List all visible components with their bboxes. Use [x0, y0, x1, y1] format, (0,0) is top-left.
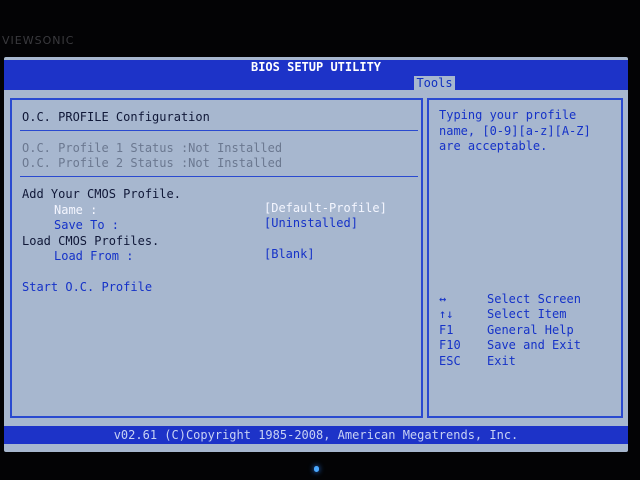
tab-bar: Tools [4, 75, 628, 90]
footer-bar: v02.61 (C)Copyright 1985-2008, American … [4, 426, 628, 444]
name-label[interactable]: Name : [54, 203, 97, 217]
up-down-arrow-icon: ↑↓ [439, 307, 454, 321]
load-from-value[interactable]: [Blank] [264, 247, 315, 261]
key-esc: ESC [439, 354, 461, 368]
left-right-arrow-icon: ↔ [439, 292, 447, 306]
key-help-save-and-exit: Save and Exit [487, 338, 581, 352]
save-to-label[interactable]: Save To : [54, 218, 119, 232]
key-help-select-screen: Select Screen [487, 292, 581, 306]
copyright-text: v02.61 (C)Copyright 1985-2008, American … [113, 428, 519, 442]
load-from-label[interactable]: Load From : [54, 249, 133, 263]
start-oc-profile-item[interactable]: Start O.C. Profile [22, 280, 152, 294]
help-panel: Typing your profile name, [0-9][a-z][A-Z… [427, 98, 623, 418]
divider [20, 130, 418, 131]
bios-screen: BIOS SETUP UTILITY Tools O.C. PROFILE Co… [4, 57, 628, 452]
help-text-line3: are acceptable. [439, 139, 548, 153]
save-to-value[interactable]: [Uninstalled] [264, 216, 358, 230]
profile2-status: O.C. Profile 2 Status :Not Installed [22, 156, 283, 170]
help-text-line2: name, [0-9][a-z][A-Z] [439, 124, 591, 138]
divider [20, 176, 418, 177]
help-text-line1: Typing your profile [439, 108, 577, 122]
key-help-exit: Exit [487, 354, 516, 368]
add-cmos-profile-heading: Add Your CMOS Profile. [22, 187, 181, 201]
profile1-status: O.C. Profile 1 Status :Not Installed [22, 141, 283, 155]
key-help-select-item: Select Item [487, 307, 567, 321]
key-f1: F1 [439, 323, 454, 337]
power-led-icon [314, 466, 319, 472]
key-help-general-help: General Help [487, 323, 574, 337]
monitor-brand-logo: VIEWSONIC [2, 34, 75, 47]
main-settings-panel: O.C. PROFILE Configuration O.C. Profile … [10, 98, 423, 418]
section-title: O.C. PROFILE Configuration [22, 110, 210, 124]
key-f10: F10 [439, 338, 461, 352]
name-value[interactable]: [Default-Profile] [264, 201, 387, 215]
bios-title: BIOS SETUP UTILITY [4, 60, 628, 75]
tab-tools[interactable]: Tools [414, 76, 455, 90]
load-cmos-profiles-heading: Load CMOS Profiles. [22, 234, 160, 248]
